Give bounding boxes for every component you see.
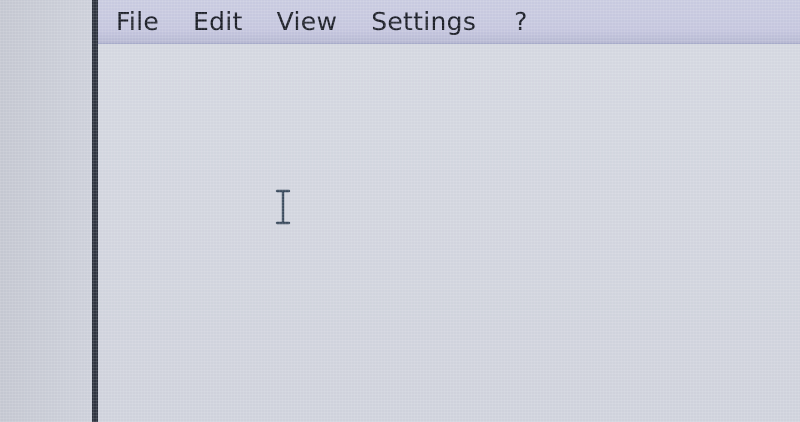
menu-edit[interactable]: Edit [193,0,243,44]
menu-bar: File Edit View Settings ? [98,0,800,44]
editor-window: File Edit View Settings ? [92,0,800,422]
desktop-background [0,0,92,422]
i-beam-cursor-icon [275,189,291,225]
text-editing-area[interactable] [98,44,800,422]
menu-file[interactable]: File [116,0,159,44]
menu-help[interactable]: ? [514,0,528,44]
menu-settings[interactable]: Settings [371,0,476,44]
menu-view[interactable]: View [277,0,338,44]
